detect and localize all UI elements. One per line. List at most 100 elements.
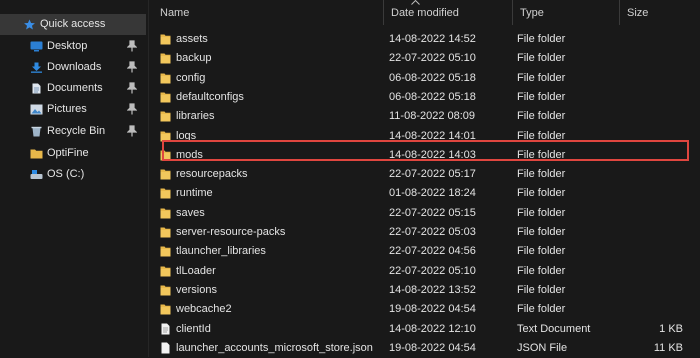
pin-icon[interactable] xyxy=(127,61,137,73)
file-date-modified: 22-07-2022 05:10 xyxy=(389,52,476,65)
file-date-modified: 11-08-2022 08:09 xyxy=(389,110,476,123)
text-file-icon xyxy=(161,323,170,334)
file-name: tlauncher_libraries xyxy=(176,245,266,258)
file-date-modified: 22-07-2022 05:15 xyxy=(389,206,476,219)
file-name: config xyxy=(176,71,206,84)
file-name: runtime xyxy=(176,187,213,200)
file-row[interactable]: launcher_accounts_microsoft_store.json 19… xyxy=(155,339,695,358)
column-header-type-label: Type xyxy=(520,7,544,19)
nav-item-recycle-bin[interactable]: Recycle Bin xyxy=(0,121,146,142)
column-header-name-label: Name xyxy=(160,7,190,19)
file-type: File folder xyxy=(517,33,566,45)
file-row[interactable]: defaultconfigs 06-08-2022 05:18 File folde… xyxy=(155,88,695,107)
folder-icon xyxy=(160,227,171,238)
nav-item-optifine[interactable]: OptiFine xyxy=(0,143,146,164)
file-type: File folder xyxy=(517,71,566,84)
file-date-modified: 14-08-2022 14:52 xyxy=(389,33,476,45)
json-file-icon xyxy=(161,342,170,354)
column-header-type[interactable]: Type xyxy=(513,0,619,25)
nav-item-os-drive[interactable]: OS (C:) xyxy=(0,164,146,185)
file-date-modified: 22-07-2022 04:56 xyxy=(389,245,476,258)
file-name: saves xyxy=(176,206,205,219)
file-date-modified: 22-07-2022 05:03 xyxy=(389,226,476,238)
file-row[interactable]: versions 14-08-2022 13:52 File folder xyxy=(155,281,695,300)
file-row[interactable]: webcache2 19-08-2022 04:54 File folder xyxy=(155,300,695,319)
folder-icon xyxy=(160,285,171,296)
file-name: clientId xyxy=(176,322,211,335)
nav-item-documents[interactable]: Documents xyxy=(0,78,146,99)
file-row[interactable]: tlLoader 22-07-2022 05:10 File folder xyxy=(155,262,695,281)
file-type: File folder xyxy=(517,52,566,65)
folder-icon xyxy=(160,34,171,45)
file-row[interactable]: server-resource-packs 22-07-2022 05:03 Fil… xyxy=(155,223,695,242)
file-name: tlLoader xyxy=(176,264,216,277)
folder-icon xyxy=(160,92,171,103)
file-row[interactable]: tlauncher_libraries 22-07-2022 04:56 File … xyxy=(155,242,695,261)
recycle-bin-icon xyxy=(31,126,42,137)
column-header-name[interactable]: Name xyxy=(153,0,383,25)
column-header-date-label: Date modified xyxy=(391,7,459,19)
folder-icon xyxy=(160,208,171,219)
nav-label-documents: Documents xyxy=(47,82,103,94)
file-name: versions xyxy=(176,283,217,296)
column-header-date[interactable]: Date modified xyxy=(384,0,512,25)
file-row[interactable]: saves 22-07-2022 05:15 File folder xyxy=(155,204,695,223)
nav-label-optifine: OptiFine xyxy=(47,147,89,159)
downloads-icon xyxy=(31,62,42,73)
nav-label-pictures: Pictures xyxy=(47,103,87,115)
file-date-modified: 19-08-2022 04:54 xyxy=(389,303,476,316)
nav-label-desktop: Desktop xyxy=(47,40,88,52)
desktop-icon xyxy=(30,41,43,52)
file-date-modified: 14-08-2022 13:52 xyxy=(389,283,476,296)
nav-label-downloads: Downloads xyxy=(47,61,102,73)
folder-icon xyxy=(30,149,43,159)
file-type: File folder xyxy=(517,206,566,219)
folder-icon xyxy=(160,246,171,257)
folder-icon xyxy=(160,73,171,84)
nav-item-quick-access[interactable]: Quick access xyxy=(0,14,146,35)
file-type: File folder xyxy=(517,110,566,123)
file-row[interactable]: runtime 01-08-2022 18:24 File folder xyxy=(155,184,695,203)
file-date-modified: 22-07-2022 05:17 xyxy=(389,168,476,181)
documents-icon xyxy=(32,83,41,94)
file-explorer-window: Quick access Desktop Downloads Documents… xyxy=(0,0,700,357)
nav-item-downloads[interactable]: Downloads xyxy=(0,57,146,78)
file-date-modified: 06-08-2022 05:18 xyxy=(389,71,476,84)
column-header-bar: Name Date modified Type Size xyxy=(149,0,700,25)
file-row[interactable]: assets 14-08-2022 14:52 File folder xyxy=(155,30,695,49)
highlight-annotation-box xyxy=(162,140,689,161)
file-name: server-resource-packs xyxy=(176,226,286,238)
pane-divider[interactable] xyxy=(148,0,149,357)
nav-item-pictures[interactable]: Pictures xyxy=(0,99,146,120)
file-row[interactable]: backup 22-07-2022 05:10 File folder xyxy=(155,49,695,68)
folder-icon xyxy=(160,188,171,199)
file-date-modified: 22-07-2022 05:10 xyxy=(389,264,476,277)
pin-icon[interactable] xyxy=(127,103,137,115)
folder-icon xyxy=(160,53,171,64)
pin-icon[interactable] xyxy=(127,40,137,52)
column-header-size-label: Size xyxy=(627,7,649,19)
file-date-modified: 01-08-2022 18:24 xyxy=(389,187,476,200)
file-row[interactable]: resourcepacks 22-07-2022 05:17 File folder xyxy=(155,165,695,184)
file-date-modified: 14-08-2022 12:10 xyxy=(389,322,476,335)
file-type: File folder xyxy=(517,264,566,277)
nav-label-quick-access: Quick access xyxy=(40,18,106,30)
file-type: JSON File xyxy=(517,341,568,354)
folder-icon xyxy=(160,169,171,180)
pin-icon[interactable] xyxy=(127,82,137,94)
file-name: libraries xyxy=(176,110,215,123)
file-row[interactable]: config 06-08-2022 05:18 File folder xyxy=(155,69,695,88)
pin-icon[interactable] xyxy=(127,125,137,137)
file-type: File folder xyxy=(517,90,566,103)
nav-label-os-drive: OS (C:) xyxy=(47,168,85,180)
file-row[interactable]: libraries 11-08-2022 08:09 File folder xyxy=(155,107,695,126)
column-header-size[interactable]: Size xyxy=(620,0,700,25)
pictures-icon xyxy=(30,104,43,115)
file-size: 11 KB xyxy=(653,341,683,354)
navigation-pane: Quick access Desktop Downloads Documents… xyxy=(0,0,148,357)
nav-label-recycle-bin: Recycle Bin xyxy=(47,125,106,137)
file-row[interactable]: clientId 14-08-2022 12:10 Text Document 1 K… xyxy=(155,320,695,339)
file-name: defaultconfigs xyxy=(176,90,244,103)
nav-item-desktop[interactable]: Desktop xyxy=(0,36,146,57)
folder-icon xyxy=(160,304,171,315)
